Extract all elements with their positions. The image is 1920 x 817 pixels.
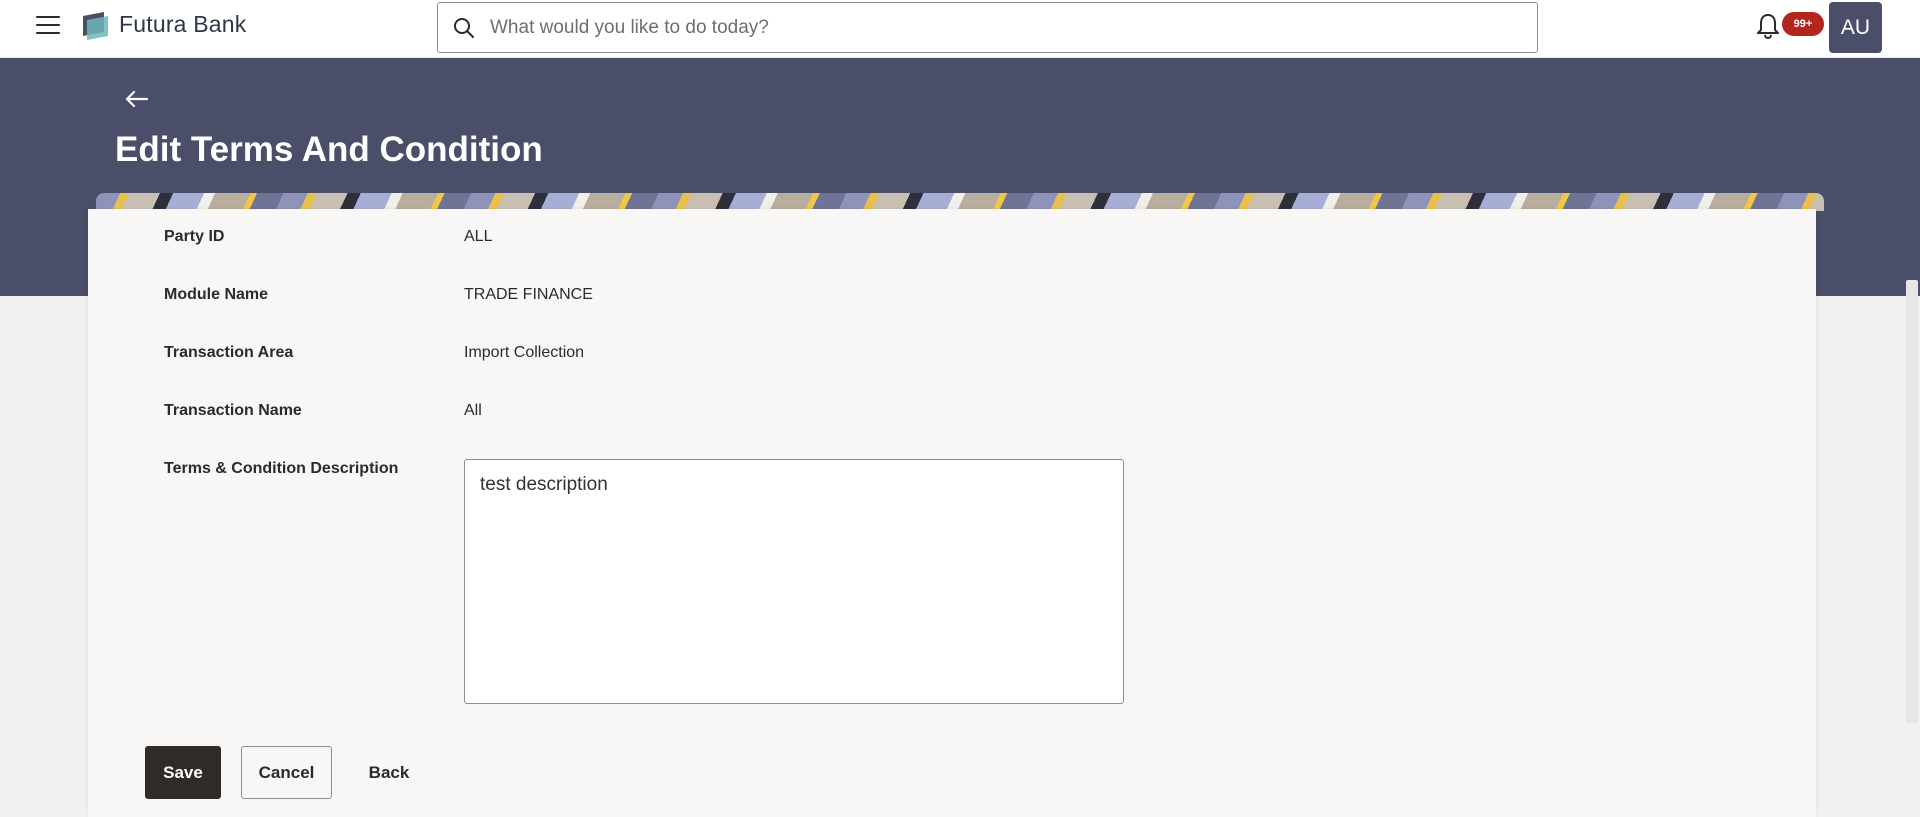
top-navigation-bar: Futura Bank 99+ AU	[0, 0, 1920, 58]
description-label: Terms & Condition Description	[164, 460, 399, 477]
notification-count-badge[interactable]: 99+	[1782, 12, 1824, 36]
module-name-label: Module Name	[164, 286, 269, 303]
search-icon	[454, 18, 474, 38]
user-avatar[interactable]: AU	[1829, 2, 1882, 53]
transaction-name-label: Transaction Name	[164, 402, 302, 419]
hamburger-menu-icon[interactable]	[36, 16, 60, 36]
brand-name[interactable]: Futura Bank	[119, 11, 247, 38]
back-button[interactable]: Back	[355, 746, 423, 799]
bell-icon[interactable]	[1756, 12, 1780, 40]
party-id-value: ALL	[464, 228, 493, 245]
description-textarea[interactable]: test description	[464, 459, 1124, 704]
party-id-label: Party ID	[164, 228, 225, 245]
transaction-area-value: Import Collection	[464, 344, 585, 361]
transaction-area-label: Transaction Area	[164, 344, 294, 361]
cancel-button[interactable]: Cancel	[241, 746, 332, 799]
page-scrollbar[interactable]	[1906, 280, 1918, 723]
module-name-value: TRADE FINANCE	[464, 286, 593, 303]
search-bar[interactable]	[437, 2, 1538, 53]
page-title: Edit Terms And Condition	[115, 130, 543, 169]
arrow-left-icon[interactable]	[124, 88, 150, 110]
transaction-name-value: All	[464, 402, 482, 419]
futura-bank-logo[interactable]	[80, 10, 112, 42]
search-input[interactable]	[490, 11, 1520, 45]
save-button[interactable]: Save	[145, 746, 221, 799]
